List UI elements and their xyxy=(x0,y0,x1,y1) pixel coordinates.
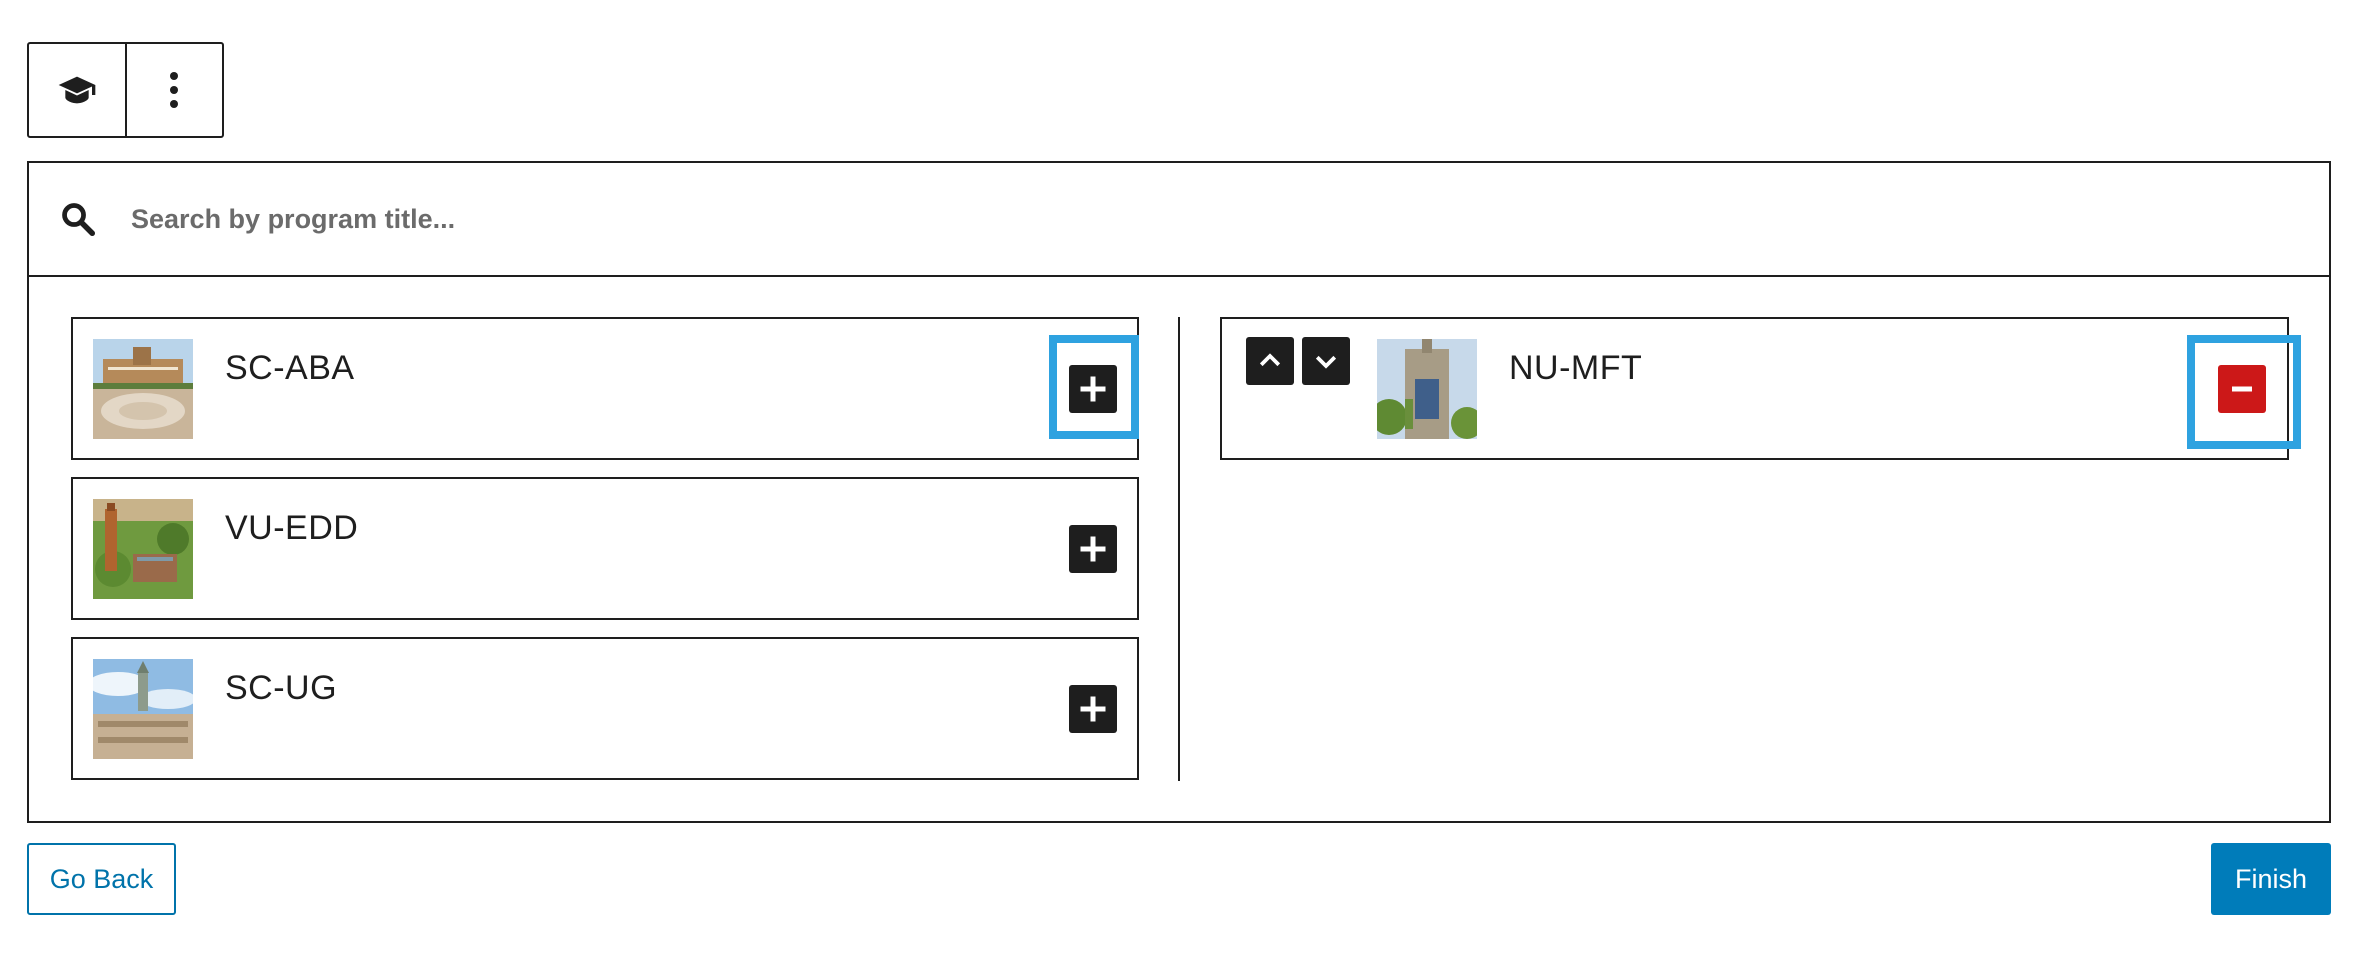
minus-icon xyxy=(2232,386,2252,392)
program-thumbnail xyxy=(93,339,193,439)
move-up-button[interactable] xyxy=(1246,337,1294,385)
program-title: SC-UG xyxy=(225,669,338,707)
program-title: SC-ABA xyxy=(225,349,355,387)
program-title: NU-MFT xyxy=(1509,349,1643,387)
remove-program-button[interactable] xyxy=(2218,365,2266,413)
add-program-button[interactable] xyxy=(1069,685,1117,733)
graduation-cap-icon xyxy=(58,76,96,104)
available-program-item: SC-ABA xyxy=(71,317,1139,460)
program-picker-panel: SC-ABA xyxy=(27,161,2331,823)
move-down-button[interactable] xyxy=(1302,337,1350,385)
vertical-ellipsis-icon xyxy=(170,72,178,108)
program-thumbnail xyxy=(1377,339,1477,439)
add-program-button[interactable] xyxy=(1069,525,1117,573)
block-toolbar xyxy=(27,42,224,138)
finish-button[interactable]: Finish xyxy=(2211,843,2331,915)
program-title: VU-EDD xyxy=(225,509,359,547)
program-thumbnail xyxy=(93,659,193,759)
go-back-button[interactable]: Go Back xyxy=(27,843,176,915)
list-divider xyxy=(1178,317,1180,781)
plus-icon xyxy=(1080,696,1106,722)
block-type-button[interactable] xyxy=(29,44,125,136)
chevron-down-icon xyxy=(1315,355,1337,369)
plus-icon xyxy=(1080,376,1106,402)
chevron-up-icon xyxy=(1259,353,1281,367)
search-input[interactable] xyxy=(129,189,2229,249)
plus-icon xyxy=(1080,536,1106,562)
available-program-item: SC-UG xyxy=(71,637,1139,780)
more-options-button[interactable] xyxy=(125,44,221,136)
search-bar xyxy=(29,163,2329,277)
selected-program-item: NU-MFT xyxy=(1220,317,2301,460)
search-icon xyxy=(62,203,96,237)
program-thumbnail xyxy=(93,499,193,599)
program-lists: SC-ABA VU-EDD SC-UG NU-MFT xyxy=(29,277,2329,821)
available-program-item: VU-EDD xyxy=(71,477,1139,620)
add-program-button[interactable] xyxy=(1069,365,1117,413)
